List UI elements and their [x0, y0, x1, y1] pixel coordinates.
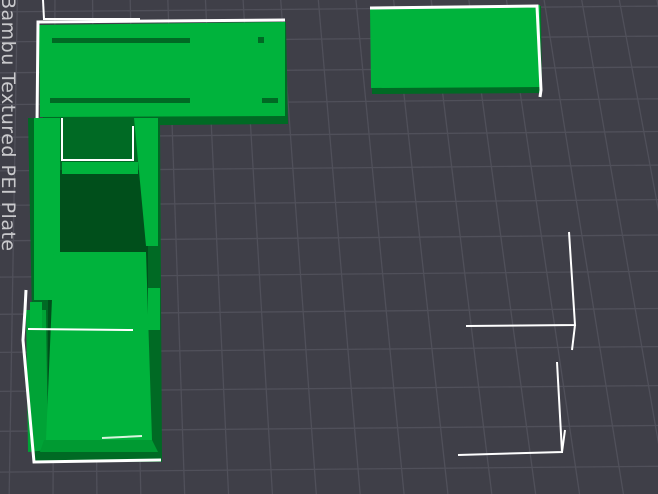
- part-long-bar-hole-bottom: [262, 98, 278, 103]
- part-u-channel-front-lip[interactable]: [40, 440, 158, 452]
- part-long-bar-slot-bottom: [50, 98, 190, 103]
- part-u-channel[interactable]: [21, 118, 162, 464]
- part-u-channel-left-wall-lower[interactable]: [26, 310, 48, 452]
- part-u-channel-right-tab: [148, 288, 160, 330]
- plate-scene[interactable]: [0, 0, 658, 494]
- part-small-plate[interactable]: [369, 4, 543, 98]
- 3d-build-plate-viewport[interactable]: Bambu Textured PEI Plate: [0, 0, 658, 494]
- grid-line-vertical: [317, 0, 361, 494]
- part-small-plate-top[interactable]: [370, 5, 541, 88]
- grid-line-vertical: [543, 0, 625, 494]
- part-long-bar-slot-top: [52, 38, 190, 43]
- part-u-channel-left-tab: [30, 302, 42, 330]
- bbox-corner-upper-tick: [571, 324, 576, 351]
- part-u-channel-ramp[interactable]: [46, 252, 152, 440]
- part-long-bar-hole-top: [258, 37, 264, 43]
- part-u-channel-selection-mid: [27, 328, 134, 331]
- bbox-corner-lower-tick: [561, 429, 566, 453]
- grid-line-horizontal: [0, 465, 658, 473]
- part-u-channel-back-wall[interactable]: [62, 162, 138, 174]
- bbox-corner-upper: [465, 231, 577, 327]
- part-long-bar[interactable]: [35, 18, 288, 127]
- plate-name-text: Bambu Textured PEI Plate: [0, 0, 19, 252]
- bbox-corner-topleft-tick: [42, 0, 45, 20]
- grid-line-vertical: [581, 0, 658, 445]
- grid-line-vertical: [618, 0, 658, 212]
- grid-line-horizontal: [0, 5, 658, 13]
- bbox-corner-lower: [457, 361, 564, 456]
